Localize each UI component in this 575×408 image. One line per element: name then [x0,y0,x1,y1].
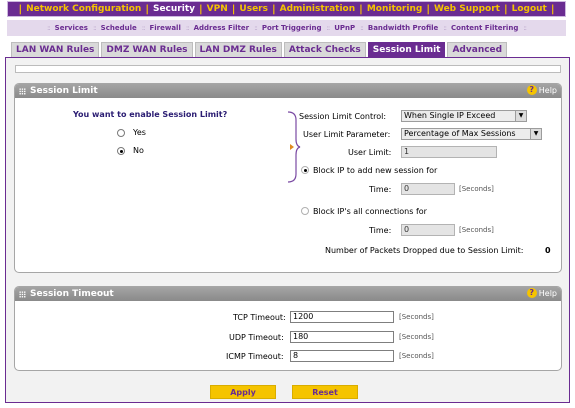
user-limit-parameter-value: Percentage of Max Sessions [404,129,516,138]
nav-web-support[interactable]: Web Support [434,4,500,14]
subnav-separator: :: [141,24,146,32]
user-limit-label: User Limit: [348,148,392,157]
block-new-session-label: Block IP to add new session for [313,166,438,175]
help-label: Help [538,85,557,95]
subnav-separator: :: [46,24,51,32]
subnav-bandwidth-profile[interactable]: Bandwidth Profile [368,24,438,32]
session-timeout-title: Session Timeout [30,289,114,299]
nav-separator: | [271,3,276,15]
nav-users[interactable]: Users [239,4,268,14]
grip-icon [19,290,26,298]
enable-question: You want to enable Session Limit? [73,110,228,119]
tab-session-limit[interactable]: Session Limit [367,42,446,57]
packets-dropped-label: Number of Packets Dropped due to Session… [325,246,524,255]
subnav-services[interactable]: Services [55,24,88,32]
subnav-separator: :: [326,24,330,32]
content-frame: Session Limit ? Help You want to enable … [5,57,570,403]
session-limit-panel: Session Limit ? Help You want to enable … [14,83,562,273]
status-bar [15,65,561,73]
user-limit-input[interactable]: 1 [401,146,497,158]
block-all-time-unit: [Seconds] [459,226,494,234]
session-limit-header: Session Limit ? Help [15,84,561,98]
session-limit-title: Session Limit [30,86,98,96]
session-timeout-panel: Session Timeout ? Help TCP Timeout: 1200… [14,286,562,371]
enable-no-radio[interactable] [117,147,125,155]
nav-separator: | [359,3,363,15]
block-new-time-input[interactable]: 0 [401,183,455,195]
bracket-icon [287,111,301,183]
subnav-separator: :: [92,24,97,32]
tab-advanced[interactable]: Advanced [447,42,508,57]
subnav-separator: :: [523,24,527,32]
top-navigation: | Network Configuration | Security | VPN… [7,1,566,17]
user-limit-parameter-select[interactable]: Percentage of Max Sessions ▼ [401,128,542,140]
subnav-address-filter[interactable]: Address Filter [194,24,250,32]
session-timeout-header: Session Timeout ? Help [15,287,561,301]
enable-yes-radio[interactable] [117,129,125,137]
tcp-timeout-input[interactable]: 1200 [290,311,394,323]
session-limit-control-label: Session Limit Control: [299,112,387,121]
block-all-time-input[interactable]: 0 [401,224,455,236]
subnav-separator: :: [185,24,190,32]
session-limit-control-value: When Single IP Exceed [404,111,496,120]
session-limit-control-select[interactable]: When Single IP Exceed ▼ [401,110,527,122]
block-new-time-label: Time: [369,185,392,194]
subnav-separator: :: [254,24,258,32]
subnav-port-triggering[interactable]: Port Triggering [262,24,322,32]
chevron-down-icon: ▼ [515,111,526,121]
nav-monitoring[interactable]: Monitoring [367,4,423,14]
tab-lan-wan-rules[interactable]: LAN WAN Rules [11,42,100,57]
firewall-tabs: LAN WAN Rules DMZ WAN Rules LAN DMZ Rule… [11,42,509,57]
user-limit-parameter-label: User Limit Parameter: [303,130,391,139]
nav-separator: | [426,3,430,15]
block-all-connections-radio[interactable] [301,207,309,215]
block-all-connections-label: Block IP's all connections for [313,207,427,216]
subnav-content-filtering[interactable]: Content Filtering [451,24,518,32]
subnav-separator: :: [443,24,447,32]
subnav-schedule[interactable]: Schedule [101,24,137,32]
subnav-separator: :: [360,24,364,32]
nav-administration[interactable]: Administration [280,4,356,14]
nav-separator: | [231,3,236,15]
apply-button[interactable]: Apply [210,385,276,399]
tab-dmz-wan-rules[interactable]: DMZ WAN Rules [101,42,193,57]
chevron-down-icon: ▼ [530,129,541,139]
icmp-timeout-input[interactable]: 8 [290,350,394,362]
udp-timeout-input[interactable]: 180 [290,331,394,343]
udp-timeout-unit: [Seconds] [399,333,434,341]
grip-icon [19,87,26,95]
reset-button[interactable]: Reset [292,385,358,399]
udp-timeout-label: UDP Timeout: [229,333,284,342]
session-timeout-help[interactable]: ? Help [526,288,557,298]
help-icon: ? [526,85,537,95]
block-new-session-radio[interactable] [301,166,309,174]
nav-separator: | [18,3,23,15]
subnav-upnp[interactable]: UPnP [334,24,355,32]
nav-security[interactable]: Security [153,4,195,14]
nav-network-configuration[interactable]: Network Configuration [26,4,141,14]
tab-lan-dmz-rules[interactable]: LAN DMZ Rules [194,42,282,57]
tab-attack-checks[interactable]: Attack Checks [283,42,366,57]
enable-no-label: No [133,146,144,155]
help-icon: ? [526,288,537,298]
subnav-firewall[interactable]: Firewall [149,24,180,32]
block-all-time-label: Time: [369,226,392,235]
tcp-timeout-unit: [Seconds] [399,313,434,321]
enable-yes-label: Yes [133,128,146,137]
nav-separator: | [145,3,149,15]
packets-dropped-value: 0 [545,246,551,255]
help-label: Help [538,288,557,298]
tcp-timeout-label: TCP Timeout: [233,313,286,322]
block-new-time-unit: [Seconds] [459,185,494,193]
nav-separator: | [550,3,555,15]
sub-navigation: :: Services :: Schedule :: Firewall :: A… [7,20,566,36]
nav-logout[interactable]: Logout [512,4,547,14]
icmp-timeout-label: ICMP Timeout: [226,352,284,361]
nav-separator: | [199,3,203,15]
nav-separator: | [503,3,508,15]
nav-vpn[interactable]: VPN [207,4,228,14]
icmp-timeout-unit: [Seconds] [399,352,434,360]
session-limit-help[interactable]: ? Help [526,85,557,95]
